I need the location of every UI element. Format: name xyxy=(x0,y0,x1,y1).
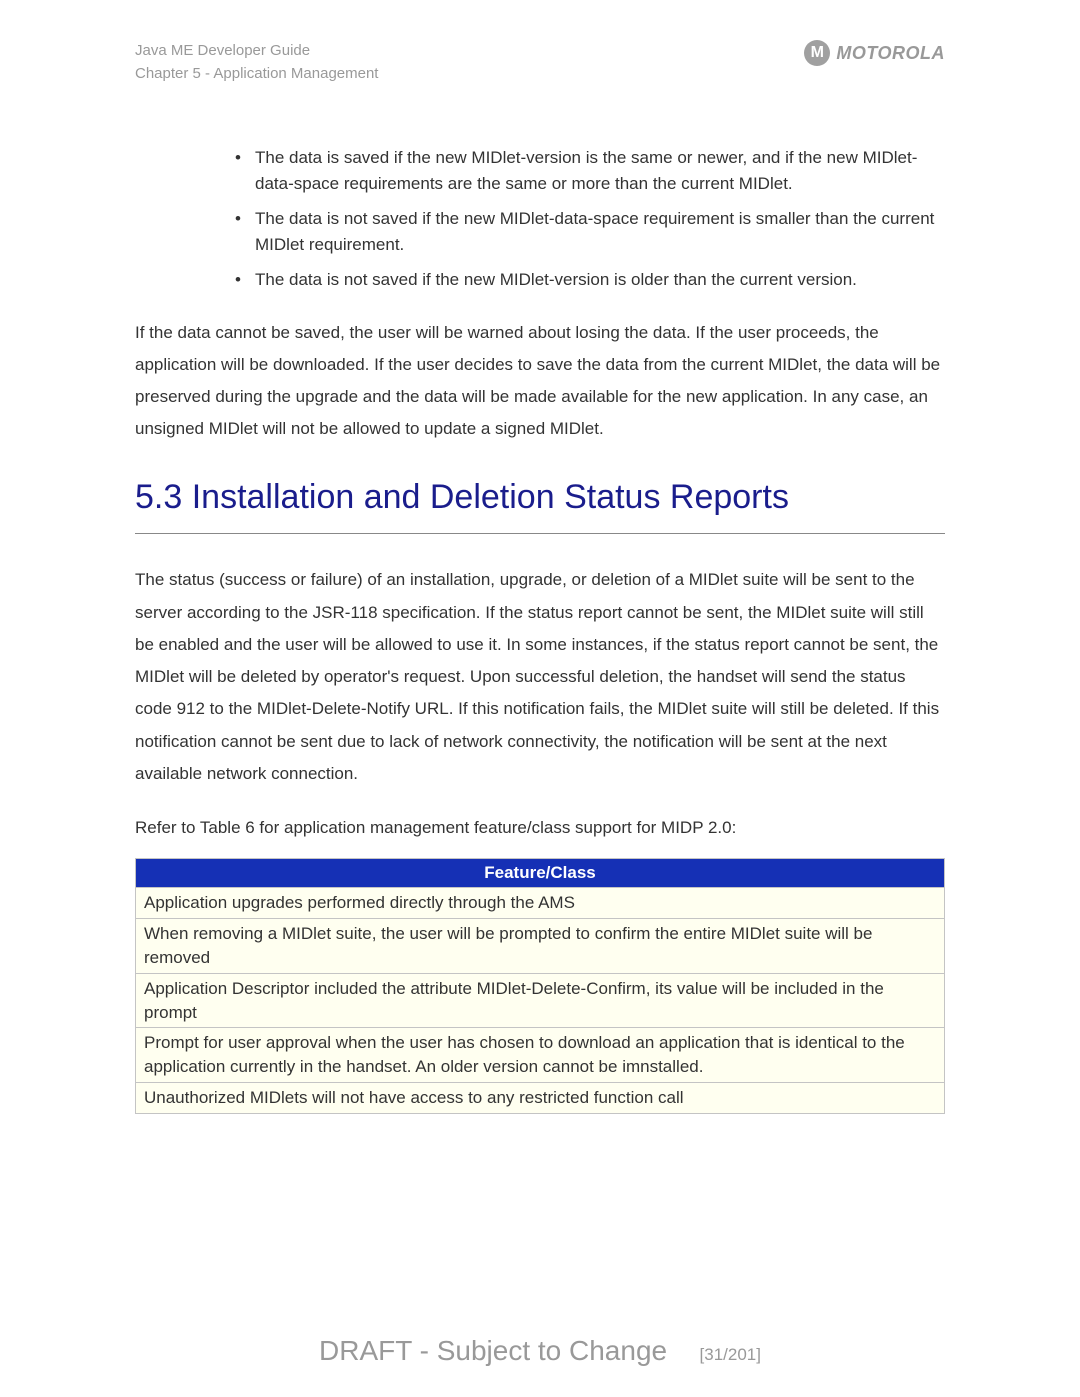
bullet-item: The data is not saved if the new MIDlet-… xyxy=(235,267,945,293)
table-row: Prompt for user approval when the user h… xyxy=(136,1028,945,1083)
header-text: Java ME Developer Guide Chapter 5 - Appl… xyxy=(135,40,378,85)
bullet-item: The data is saved if the new MIDlet-vers… xyxy=(235,145,945,196)
header-line2: Chapter 5 - Application Management xyxy=(135,63,378,86)
paragraph-data-save: If the data cannot be saved, the user wi… xyxy=(135,317,945,446)
page-footer: DRAFT - Subject to Change [31/201] xyxy=(0,1335,1080,1367)
table-reference-text: Refer to Table 6 for application managem… xyxy=(135,818,945,838)
draft-watermark: DRAFT - Subject to Change xyxy=(319,1335,667,1366)
page-header: Java ME Developer Guide Chapter 5 - Appl… xyxy=(135,40,945,85)
section-heading-5-3: 5.3 Installation and Deletion Status Rep… xyxy=(135,474,945,535)
bullet-item: The data is not saved if the new MIDlet-… xyxy=(235,206,945,257)
paragraph-status-reports: The status (success or failure) of an in… xyxy=(135,564,945,790)
table-row: Application upgrades performed directly … xyxy=(136,888,945,919)
table-header: Feature/Class xyxy=(136,859,945,888)
feature-class-table: Feature/Class Application upgrades perfo… xyxy=(135,858,945,1113)
header-line1: Java ME Developer Guide xyxy=(135,40,378,63)
page-number: [31/201] xyxy=(700,1345,761,1364)
logo-text: MOTOROLA xyxy=(836,43,945,64)
table-row: When removing a MIDlet suite, the user w… xyxy=(136,919,945,974)
logo-mark-icon: M xyxy=(804,40,830,66)
motorola-logo: M MOTOROLA xyxy=(804,40,945,66)
bullet-list: The data is saved if the new MIDlet-vers… xyxy=(235,145,945,293)
table-row: Application Descriptor included the attr… xyxy=(136,973,945,1028)
table-row: Unauthorized MIDlets will not have acces… xyxy=(136,1082,945,1113)
